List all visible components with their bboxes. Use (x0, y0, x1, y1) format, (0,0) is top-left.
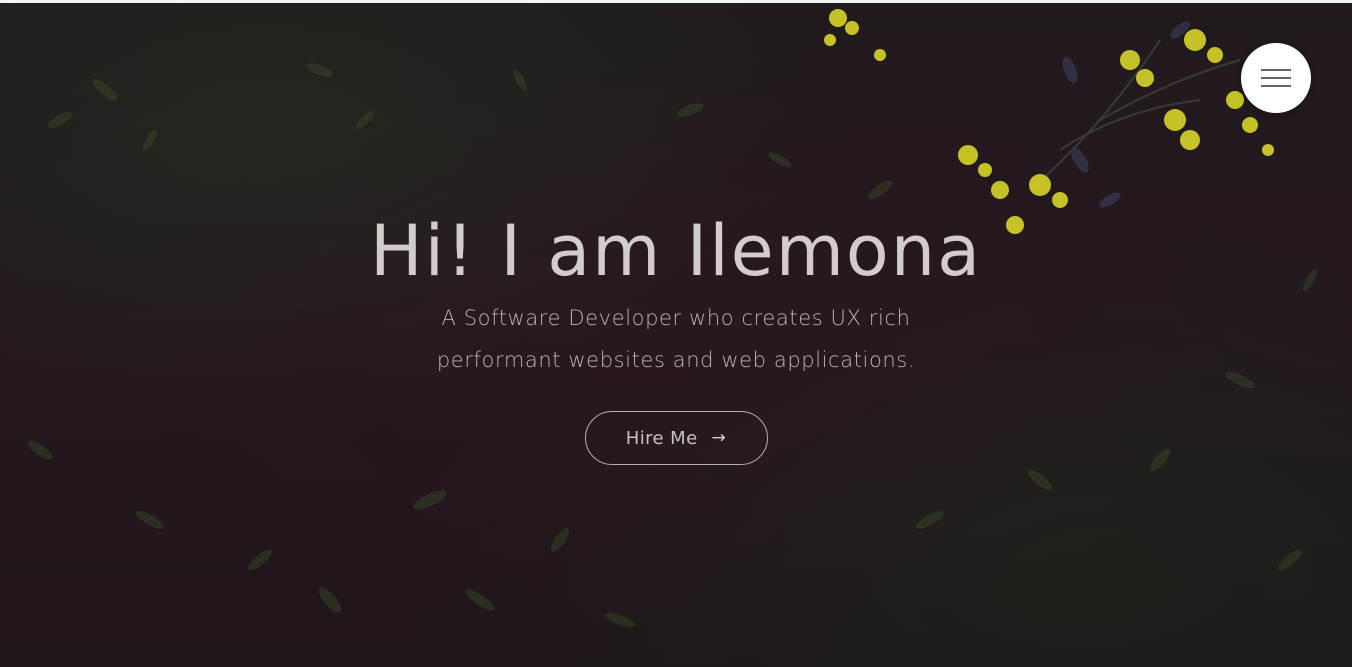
hero-section: Hi! I am Ilemona A Software Developer wh… (0, 0, 1352, 667)
hero-subtitle: A Software Developer who creates UX rich… (436, 306, 916, 372)
arrow-right-icon: → (711, 428, 727, 448)
hire-me-button[interactable]: Hire Me → (584, 411, 768, 465)
hamburger-menu-icon (1261, 69, 1291, 87)
hero-title: Hi! I am Ilemona (369, 210, 983, 292)
hire-me-label: Hire Me (625, 427, 698, 449)
hero-content: Hi! I am Ilemona A Software Developer wh… (0, 205, 1352, 465)
menu-button[interactable] (1241, 43, 1311, 113)
